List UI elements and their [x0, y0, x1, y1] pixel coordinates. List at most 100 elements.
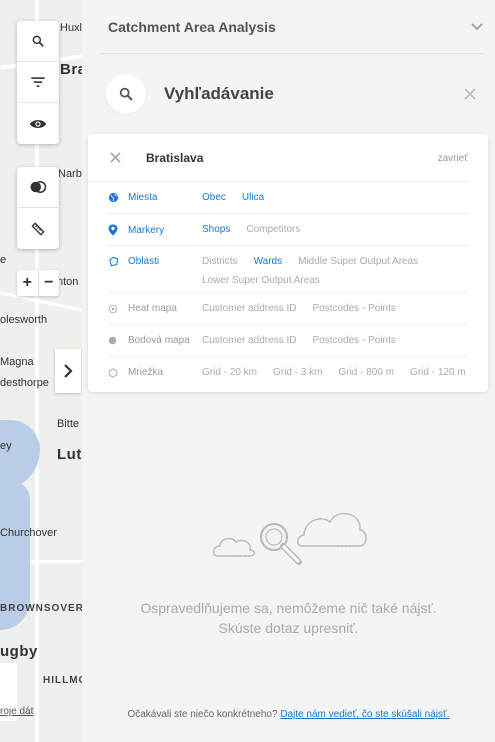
panel-header[interactable]: Catchment Area Analysis [100, 0, 483, 54]
search-tool-button[interactable] [17, 21, 59, 62]
result-row-bodová-mapa: Bodová mapa Customer address ID Postcodes … [108, 325, 468, 357]
result-option[interactable]: Customer address ID [202, 335, 296, 346]
result-option[interactable]: Districts [202, 256, 238, 267]
result-options: Districts Wards Middle Super Output Areas L… [202, 246, 468, 292]
result-category[interactable]: Oblasti [108, 246, 202, 267]
result-category[interactable]: Bodová mapa [108, 325, 202, 346]
layers-tool-button[interactable] [17, 167, 59, 208]
result-row-miesta: Miesta Obec Ulica [108, 182, 468, 214]
result-category[interactable]: Markery [108, 214, 202, 236]
polygon-icon [108, 256, 128, 267]
result-option[interactable]: Middle Super Output Areas [298, 256, 418, 267]
result-option[interactable]: Postcodes - Points [312, 303, 395, 314]
dot-icon [108, 336, 128, 345]
zoom-control: + − [17, 270, 59, 296]
search-button[interactable] [106, 74, 146, 114]
result-options: Shops Competitors [202, 214, 468, 241]
result-option[interactable]: Postcodes - Points [312, 335, 395, 346]
chevron-right-icon [64, 364, 73, 378]
result-option[interactable]: Ulica [242, 192, 264, 203]
result-option[interactable]: Grid - 20 km [202, 367, 257, 378]
map-label: olesworth [0, 314, 48, 326]
map-toolbar-top [17, 21, 59, 144]
search-results-card: Bratislava zavrieť Miesta Obec Ulica Marker… [88, 134, 488, 392]
map-label: BROWNSOVER [0, 603, 82, 614]
result-category-label: Mriežka [128, 367, 164, 378]
result-row-mriežka: Mriežka Grid - 20 km Grid - 3 km Grid - 800… [108, 357, 468, 389]
search-header: Vyhľadávanie [106, 74, 476, 114]
globe-icon [108, 192, 128, 203]
no-results-line-1: Ospravedlňujeme sa, nemôžeme nič také ná… [140, 600, 437, 616]
feedback-footer: Očakávali ste niečo konkrétneho? Dajte n… [82, 709, 495, 720]
visibility-tool-button[interactable] [17, 103, 59, 144]
result-category[interactable]: Mriežka [108, 357, 202, 378]
map-label: Churchover [0, 527, 57, 539]
result-category-label: Heat mapa [128, 303, 177, 314]
map-label: ey [0, 440, 12, 452]
map-label: Bitte [57, 418, 80, 430]
result-category-label: Bodová mapa [128, 335, 190, 346]
result-option[interactable]: Shops [202, 224, 230, 235]
close-icon [110, 152, 121, 163]
chevron-down-icon[interactable] [471, 22, 483, 31]
eye-icon [29, 119, 47, 128]
toggle-layers-icon [30, 181, 47, 193]
result-category[interactable]: Miesta [108, 182, 202, 203]
side-panel: Catchment Area Analysis Vyhľadávanie Bra… [82, 0, 495, 742]
map-label: ugby [0, 643, 38, 660]
no-results-line-2: Skúste dotaz upresniť. [218, 620, 359, 636]
result-row-oblasti: Oblasti Districts Wards Middle Super Output… [108, 246, 468, 293]
result-row-markery: Markery Shops Competitors [108, 214, 468, 246]
heatmap-icon [108, 304, 128, 314]
map-attribution-link[interactable]: roje dát [0, 706, 33, 717]
map-label: Magna [0, 356, 34, 368]
map-toolbar-bottom [17, 167, 59, 249]
zoom-out-button[interactable]: − [39, 270, 60, 296]
map-area[interactable]: Huxlo Bra Narb e nton olesworth Magna de… [0, 0, 82, 742]
result-options: Customer address ID Postcodes - Points [202, 325, 468, 352]
result-option[interactable]: Customer address ID [202, 303, 296, 314]
search-icon [119, 87, 133, 101]
pin-icon [108, 224, 128, 236]
ruler-icon [31, 221, 45, 236]
close-icon[interactable] [464, 88, 476, 100]
map-label: nton [57, 276, 79, 288]
result-category-label: Oblasti [128, 256, 160, 267]
map-label: desthorpe [0, 377, 49, 389]
map-label: Huxlo [60, 22, 82, 34]
close-link[interactable]: zavrieť [438, 153, 468, 164]
map-label: e [0, 254, 7, 266]
search-icon [32, 35, 44, 47]
result-options: Grid - 20 km Grid - 3 km Grid - 800 m Grid … [202, 357, 468, 384]
result-category[interactable]: Heat mapa [108, 293, 202, 314]
result-option[interactable]: Grid - 800 m [338, 367, 394, 378]
result-option[interactable]: Grid - 120 m [410, 367, 466, 378]
expand-panel-button[interactable] [55, 349, 81, 393]
result-option[interactable]: Obec [202, 192, 226, 203]
search-title: Vyhľadávanie [164, 84, 274, 103]
map-label: HILLMO [43, 675, 82, 686]
search-query-row: Bratislava zavrieť [88, 134, 468, 182]
result-option[interactable]: Lower Super Output Areas [202, 275, 320, 286]
feedback-text: Očakávali ste niečo konkrétneho? [127, 709, 281, 720]
hexagon-icon [108, 367, 128, 378]
filter-tool-button[interactable] [17, 62, 59, 103]
zoom-in-button[interactable]: + [17, 270, 39, 296]
result-options: Obec Ulica [202, 182, 468, 209]
result-option[interactable]: Wards [254, 256, 283, 267]
result-option[interactable]: Competitors [246, 224, 300, 235]
result-option[interactable]: Grid - 3 km [273, 367, 322, 378]
result-category-label: Miesta [128, 192, 158, 203]
no-results-illustration [212, 500, 367, 575]
panel-title: Catchment Area Analysis [108, 18, 276, 35]
result-options: Customer address ID Postcodes - Points [202, 293, 468, 320]
result-row-heat-mapa: Heat mapa Customer address ID Postcodes - … [108, 293, 468, 325]
feedback-link[interactable]: Dajte nám vedieť, čo ste skúšali nájsť. [280, 709, 449, 720]
search-query-text[interactable]: Bratislava [146, 151, 448, 165]
map-label: Bra [60, 61, 82, 78]
no-results-message: Ospravedlňujeme sa, nemôžeme nič také ná… [82, 598, 495, 638]
measure-tool-button[interactable] [17, 208, 59, 249]
result-category-label: Markery [128, 224, 165, 236]
filter-icon [31, 77, 45, 87]
clear-query-button[interactable] [110, 152, 138, 163]
